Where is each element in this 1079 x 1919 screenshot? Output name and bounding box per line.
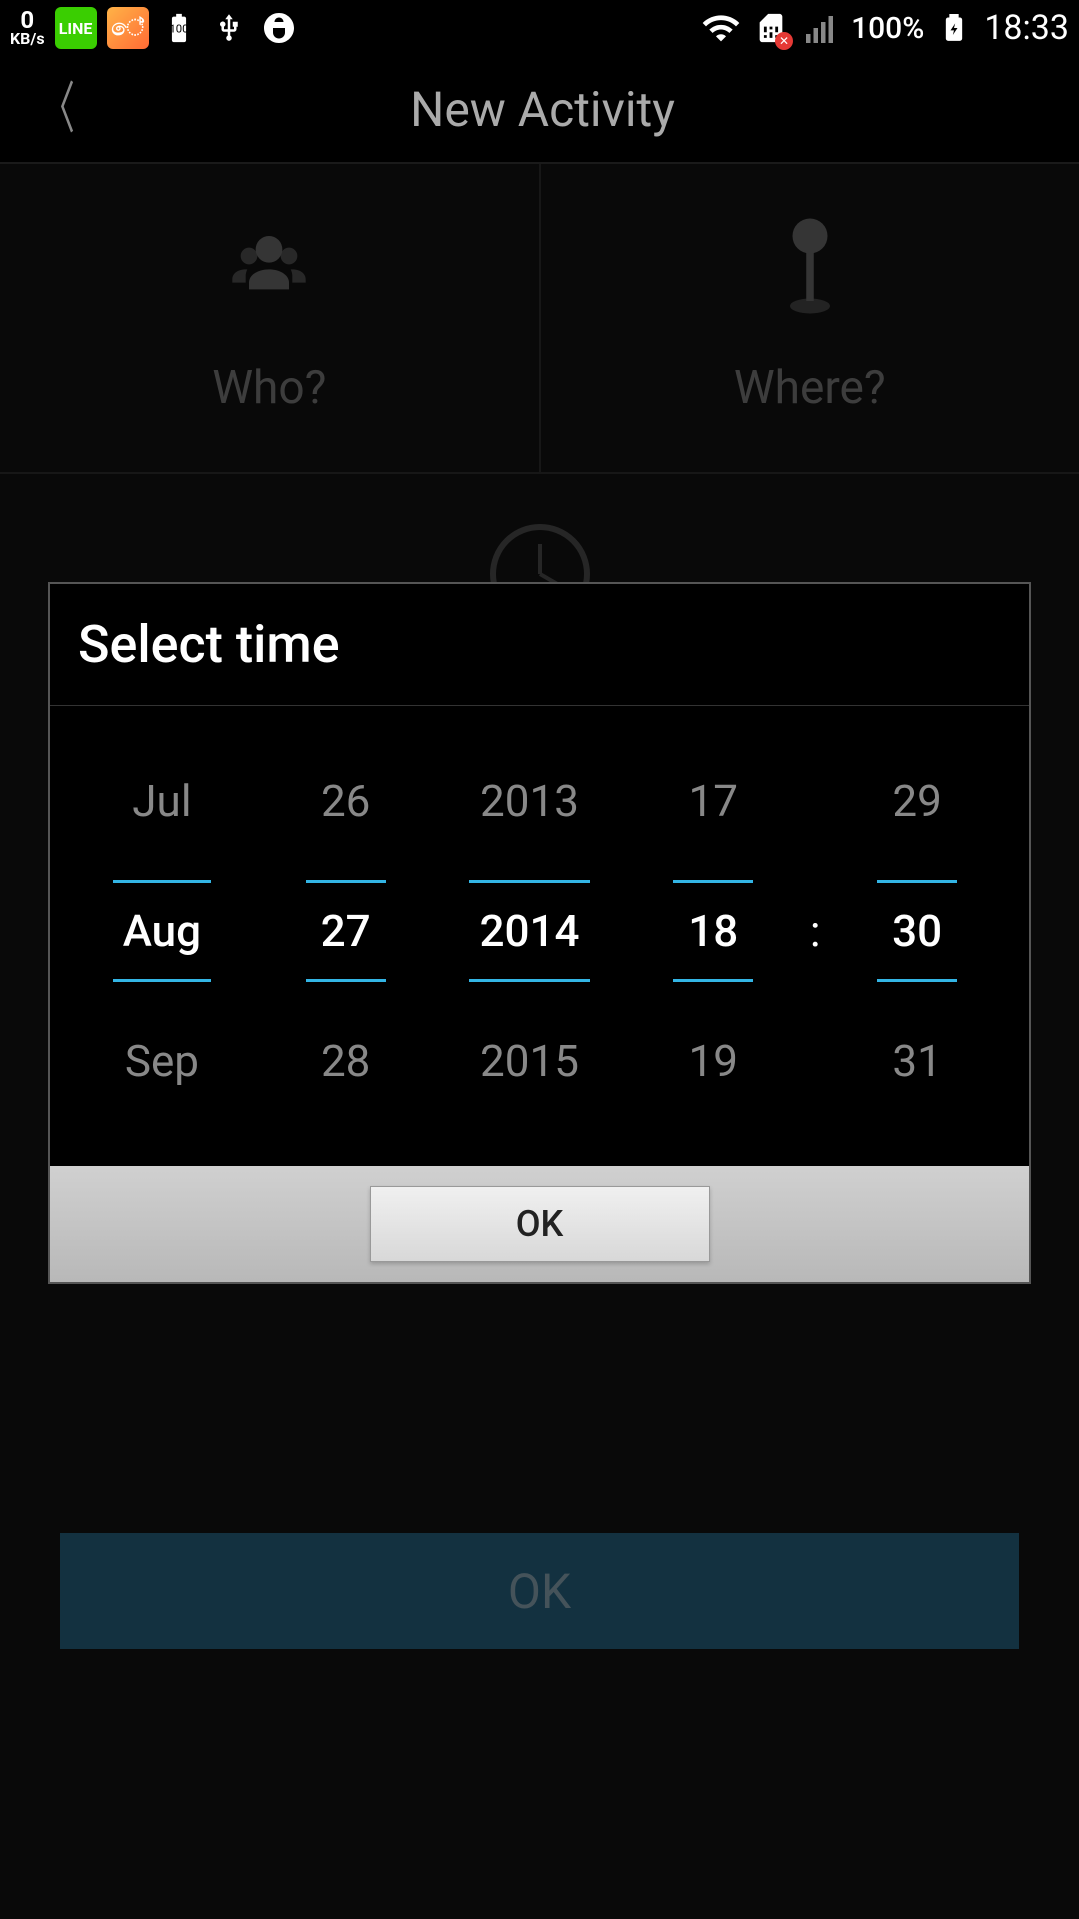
page-title: New Activity [86, 81, 999, 138]
minute-prev[interactable]: 29 [825, 775, 1009, 827]
back-button[interactable]: 〈 [41, 81, 75, 137]
hour-next[interactable]: 19 [621, 1035, 805, 1087]
dialog-title: Select time [50, 584, 1029, 706]
battery-charging-icon [934, 8, 974, 48]
app-header: 〈 New Activity [0, 56, 1079, 164]
select-time-dialog: Select time Jul 26 2013 17 : 29 Aug 27 2… [48, 582, 1031, 1284]
line-app-icon: LINE [55, 7, 97, 49]
month-selected[interactable]: Aug [70, 880, 254, 982]
battery-icon: 100 [159, 8, 199, 48]
minute-next[interactable]: 31 [825, 1035, 1009, 1087]
kbs-label: KB/s [10, 32, 45, 46]
weibo-app-icon: ේ [107, 7, 149, 49]
colon-spacer-prev: : [805, 775, 825, 827]
day-prev[interactable]: 26 [254, 775, 438, 827]
wifi-icon [701, 8, 741, 48]
svg-text:100: 100 [169, 21, 188, 35]
picker-area: Jul 26 2013 17 : 29 Aug 27 2014 18 : 30 … [50, 706, 1029, 1166]
picker-prev-row: Jul 26 2013 17 : 29 [70, 736, 1009, 866]
year-prev[interactable]: 2013 [438, 775, 622, 827]
debug-icon [259, 8, 299, 48]
picker-next-row: Sep 28 2015 19 : 31 [70, 996, 1009, 1126]
colon-spacer-next: : [805, 1035, 825, 1087]
signal-icon [801, 8, 841, 48]
picker-selected-row: Aug 27 2014 18 : 30 [70, 866, 1009, 996]
year-selected[interactable]: 2014 [438, 880, 622, 982]
main-content: Who? Where? Approximately arrive at: Tou… [0, 164, 1079, 1919]
dialog-ok-button[interactable]: OK [370, 1186, 710, 1262]
year-next[interactable]: 2015 [438, 1035, 622, 1087]
colon-separator: : [805, 905, 825, 957]
sim-card-icon [751, 8, 791, 48]
month-next[interactable]: Sep [70, 1035, 254, 1087]
status-right: 100% 18:33 [701, 8, 1069, 48]
month-prev[interactable]: Jul [70, 775, 254, 827]
hour-selected[interactable]: 18 [621, 880, 805, 982]
battery-percent: 100% [851, 11, 924, 46]
dialog-footer: OK [50, 1166, 1029, 1282]
hour-prev[interactable]: 17 [621, 775, 805, 827]
status-clock: 18:33 [984, 8, 1069, 48]
usb-icon [209, 8, 249, 48]
minute-selected[interactable]: 30 [825, 880, 1009, 982]
status-left: 0 KB/s LINE ේ 100 [10, 7, 299, 49]
day-next[interactable]: 28 [254, 1035, 438, 1087]
day-selected[interactable]: 27 [254, 880, 438, 982]
network-speed-indicator: 0 KB/s [10, 10, 45, 46]
status-bar: 0 KB/s LINE ේ 100 100% 18:33 [0, 0, 1079, 56]
